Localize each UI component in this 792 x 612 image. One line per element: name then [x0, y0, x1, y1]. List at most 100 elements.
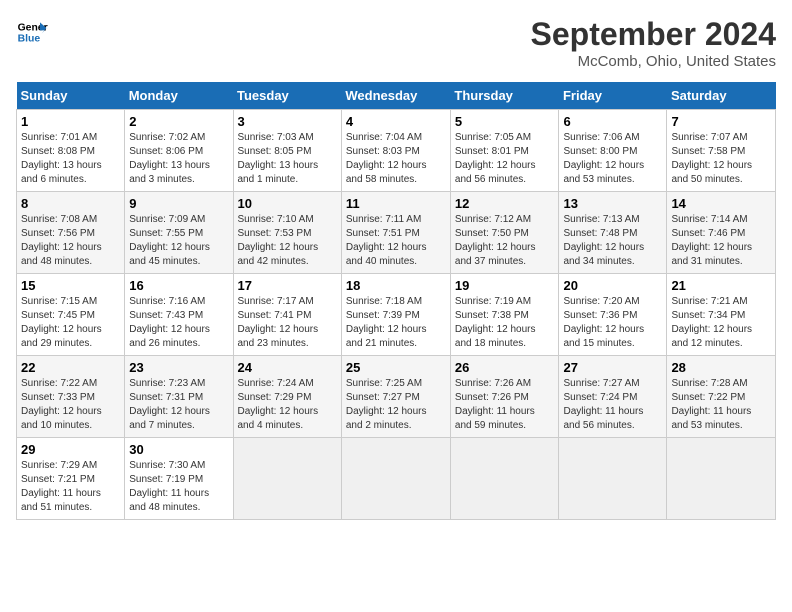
- day-info: Sunrise: 7:09 AM Sunset: 7:55 PM Dayligh…: [129, 213, 228, 269]
- calendar-cell: 17 Sunrise: 7:17 AM Sunset: 7:41 PM Dayli…: [233, 274, 341, 356]
- weekday-header-sunday: Sunday: [17, 82, 125, 110]
- day-number: 5: [455, 114, 555, 129]
- calendar-cell: 16 Sunrise: 7:16 AM Sunset: 7:43 PM Dayli…: [125, 274, 233, 356]
- day-info: Sunrise: 7:30 AM Sunset: 7:19 PM Dayligh…: [129, 459, 228, 515]
- calendar-cell: 22 Sunrise: 7:22 AM Sunset: 7:33 PM Dayli…: [17, 356, 125, 438]
- day-number: 8: [21, 196, 120, 211]
- calendar-table: SundayMondayTuesdayWednesdayThursdayFrid…: [16, 82, 776, 520]
- day-info: Sunrise: 7:26 AM Sunset: 7:26 PM Dayligh…: [455, 377, 555, 433]
- day-number: 14: [671, 196, 771, 211]
- day-info: Sunrise: 7:29 AM Sunset: 7:21 PM Dayligh…: [21, 459, 120, 515]
- calendar-cell: 12Sunrise: 7:12 AM Sunset: 7:50 PM Dayli…: [450, 192, 559, 274]
- day-number: 27: [563, 360, 662, 375]
- calendar-cell: 1Sunrise: 7:01 AM Sunset: 8:08 PM Daylig…: [17, 110, 125, 192]
- day-number: 18: [346, 278, 446, 293]
- day-number: 9: [129, 196, 228, 211]
- calendar-cell: 29 Sunrise: 7:29 AM Sunset: 7:21 PM Dayli…: [17, 438, 125, 520]
- day-number: 11: [346, 196, 446, 211]
- weekday-header-wednesday: Wednesday: [341, 82, 450, 110]
- day-number: 1: [21, 114, 120, 129]
- calendar-cell: 9 Sunrise: 7:09 AM Sunset: 7:55 PM Daylig…: [125, 192, 233, 274]
- day-info: Sunrise: 7:04 AM Sunset: 8:03 PM Dayligh…: [346, 131, 446, 187]
- day-info: Sunrise: 7:28 AM Sunset: 7:22 PM Dayligh…: [671, 377, 771, 433]
- day-info: Sunrise: 7:25 AM Sunset: 7:27 PM Dayligh…: [346, 377, 446, 433]
- title-block: September 2024 McComb, Ohio, United Stat…: [531, 16, 776, 70]
- day-number: 2: [129, 114, 228, 129]
- calendar-cell: 14 Sunrise: 7:14 AM Sunset: 7:46 PM Dayli…: [667, 192, 776, 274]
- day-number: 17: [238, 278, 337, 293]
- calendar-cell: 11 Sunrise: 7:11 AM Sunset: 7:51 PM Dayli…: [341, 192, 450, 274]
- day-info: Sunrise: 7:15 AM Sunset: 7:45 PM Dayligh…: [21, 295, 120, 351]
- day-info: Sunrise: 7:14 AM Sunset: 7:46 PM Dayligh…: [671, 213, 771, 269]
- calendar-cell: 7 Sunrise: 7:07 AM Sunset: 7:58 PM Daylig…: [667, 110, 776, 192]
- calendar-cell: 8 Sunrise: 7:08 AM Sunset: 7:56 PM Daylig…: [17, 192, 125, 274]
- day-number: 7: [671, 114, 771, 129]
- day-info: Sunrise: 7:24 AM Sunset: 7:29 PM Dayligh…: [238, 377, 337, 433]
- calendar-cell: [341, 438, 450, 520]
- weekday-header-tuesday: Tuesday: [233, 82, 341, 110]
- calendar-cell: [559, 438, 667, 520]
- day-info: Sunrise: 7:19 AM Sunset: 7:38 PM Dayligh…: [455, 295, 555, 351]
- svg-text:Blue: Blue: [18, 34, 41, 45]
- calendar-cell: [233, 438, 341, 520]
- day-info: Sunrise: 7:10 AM Sunset: 7:53 PM Dayligh…: [238, 213, 337, 269]
- calendar-cell: 23 Sunrise: 7:23 AM Sunset: 7:31 PM Dayli…: [125, 356, 233, 438]
- day-number: 13: [563, 196, 662, 211]
- calendar-cell: 5 Sunrise: 7:05 AM Sunset: 8:01 PM Daylig…: [450, 110, 559, 192]
- day-info: Sunrise: 7:05 AM Sunset: 8:01 PM Dayligh…: [455, 131, 555, 187]
- calendar-cell: 10 Sunrise: 7:10 AM Sunset: 7:53 PM Dayli…: [233, 192, 341, 274]
- day-number: 4: [346, 114, 446, 129]
- calendar-cell: 3 Sunrise: 7:03 AM Sunset: 8:05 PM Daylig…: [233, 110, 341, 192]
- calendar-cell: 20 Sunrise: 7:20 AM Sunset: 7:36 PM Dayli…: [559, 274, 667, 356]
- calendar-cell: 15Sunrise: 7:15 AM Sunset: 7:45 PM Dayli…: [17, 274, 125, 356]
- day-info: Sunrise: 7:08 AM Sunset: 7:56 PM Dayligh…: [21, 213, 120, 269]
- logo: General Blue: [16, 16, 48, 48]
- day-info: Sunrise: 7:07 AM Sunset: 7:58 PM Dayligh…: [671, 131, 771, 187]
- weekday-header-friday: Friday: [559, 82, 667, 110]
- calendar-cell: 18 Sunrise: 7:18 AM Sunset: 7:39 PM Dayli…: [341, 274, 450, 356]
- month-title: September 2024: [531, 16, 776, 53]
- day-info: Sunrise: 7:22 AM Sunset: 7:33 PM Dayligh…: [21, 377, 120, 433]
- day-number: 22: [21, 360, 120, 375]
- day-info: Sunrise: 7:16 AM Sunset: 7:43 PM Dayligh…: [129, 295, 228, 351]
- calendar-cell: 13Sunrise: 7:13 AM Sunset: 7:48 PM Dayli…: [559, 192, 667, 274]
- day-number: 3: [238, 114, 337, 129]
- day-info: Sunrise: 7:11 AM Sunset: 7:51 PM Dayligh…: [346, 213, 446, 269]
- calendar-cell: 21Sunrise: 7:21 AM Sunset: 7:34 PM Dayli…: [667, 274, 776, 356]
- day-number: 28: [671, 360, 771, 375]
- calendar-cell: 19 Sunrise: 7:19 AM Sunset: 7:38 PM Dayli…: [450, 274, 559, 356]
- day-info: Sunrise: 7:18 AM Sunset: 7:39 PM Dayligh…: [346, 295, 446, 351]
- day-info: Sunrise: 7:17 AM Sunset: 7:41 PM Dayligh…: [238, 295, 337, 351]
- weekday-header-monday: Monday: [125, 82, 233, 110]
- day-number: 20: [563, 278, 662, 293]
- page-header: General Blue September 2024 McComb, Ohio…: [16, 16, 776, 70]
- day-number: 25: [346, 360, 446, 375]
- calendar-cell: [450, 438, 559, 520]
- calendar-cell: 2Sunrise: 7:02 AM Sunset: 8:06 PM Daylig…: [125, 110, 233, 192]
- calendar-cell: 25 Sunrise: 7:25 AM Sunset: 7:27 PM Dayli…: [341, 356, 450, 438]
- weekday-header-thursday: Thursday: [450, 82, 559, 110]
- day-number: 23: [129, 360, 228, 375]
- calendar-cell: 4 Sunrise: 7:04 AM Sunset: 8:03 PM Daylig…: [341, 110, 450, 192]
- day-info: Sunrise: 7:20 AM Sunset: 7:36 PM Dayligh…: [563, 295, 662, 351]
- day-info: Sunrise: 7:27 AM Sunset: 7:24 PM Dayligh…: [563, 377, 662, 433]
- calendar-cell: 30Sunrise: 7:30 AM Sunset: 7:19 PM Dayli…: [125, 438, 233, 520]
- logo-icon: General Blue: [16, 16, 48, 48]
- day-number: 6: [563, 114, 662, 129]
- calendar-cell: 28 Sunrise: 7:28 AM Sunset: 7:22 PM Dayli…: [667, 356, 776, 438]
- calendar-cell: [667, 438, 776, 520]
- calendar-cell: 26Sunrise: 7:26 AM Sunset: 7:26 PM Dayli…: [450, 356, 559, 438]
- day-info: Sunrise: 7:23 AM Sunset: 7:31 PM Dayligh…: [129, 377, 228, 433]
- day-info: Sunrise: 7:03 AM Sunset: 8:05 PM Dayligh…: [238, 131, 337, 187]
- location: McComb, Ohio, United States: [531, 53, 776, 70]
- day-number: 29: [21, 442, 120, 457]
- day-number: 10: [238, 196, 337, 211]
- weekday-header-saturday: Saturday: [667, 82, 776, 110]
- calendar-cell: 24Sunrise: 7:24 AM Sunset: 7:29 PM Dayli…: [233, 356, 341, 438]
- day-number: 19: [455, 278, 555, 293]
- day-number: 12: [455, 196, 555, 211]
- calendar-cell: 27 Sunrise: 7:27 AM Sunset: 7:24 PM Dayli…: [559, 356, 667, 438]
- calendar-cell: 6 Sunrise: 7:06 AM Sunset: 8:00 PM Daylig…: [559, 110, 667, 192]
- day-info: Sunrise: 7:06 AM Sunset: 8:00 PM Dayligh…: [563, 131, 662, 187]
- day-number: 16: [129, 278, 228, 293]
